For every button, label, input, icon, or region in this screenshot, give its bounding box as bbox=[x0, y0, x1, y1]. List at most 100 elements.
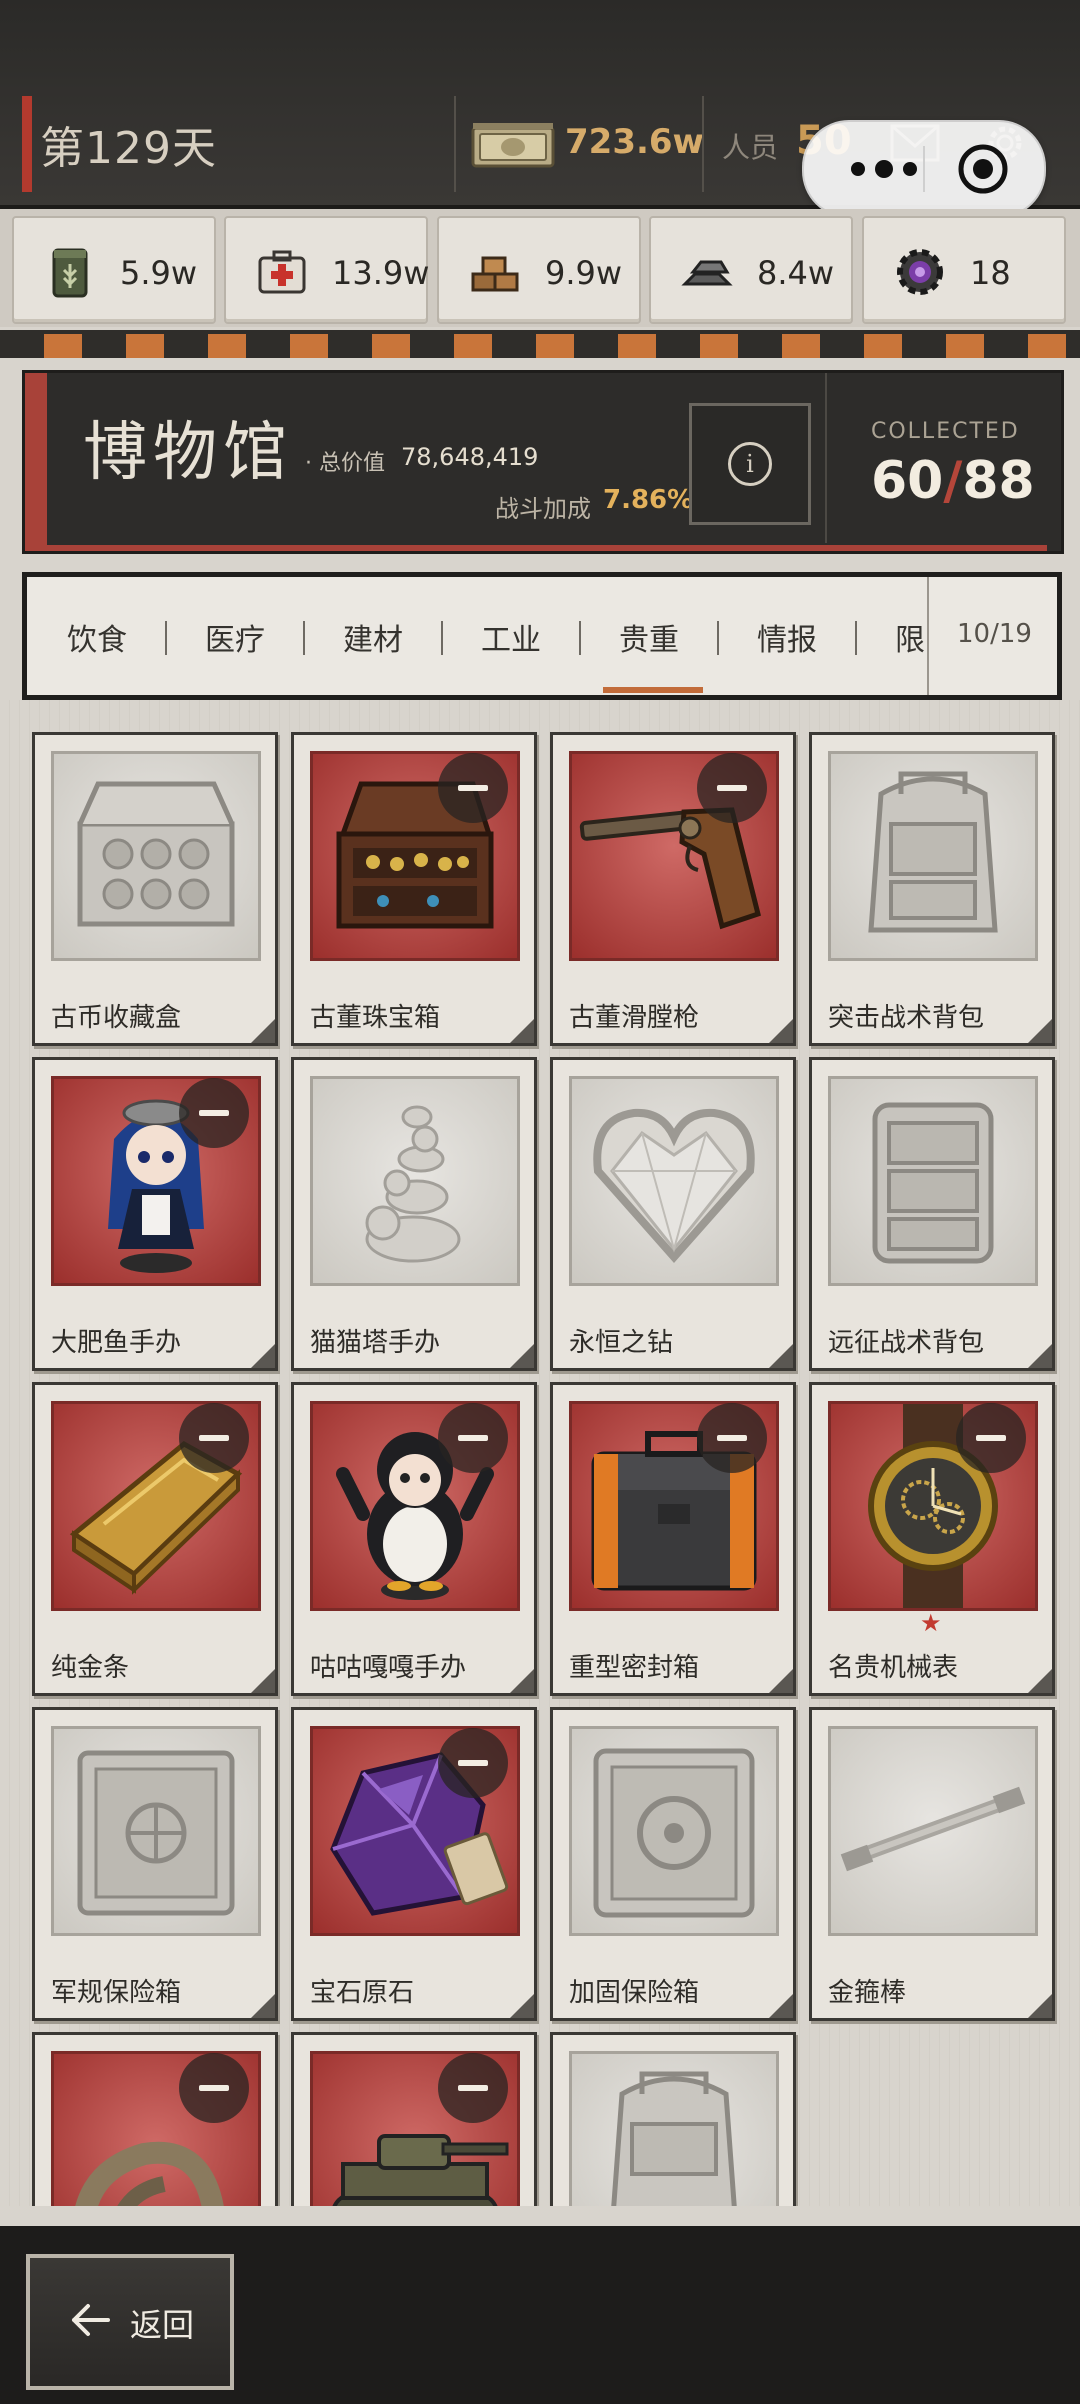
collected-value: 60 bbox=[871, 451, 944, 511]
resource-value: 8.4w bbox=[757, 254, 835, 292]
collection-card[interactable]: 猫猫塔手办 bbox=[291, 1057, 537, 1371]
card-corner bbox=[1028, 1669, 1052, 1693]
item-name: 军规保险箱 bbox=[51, 1978, 182, 2008]
card-corner bbox=[510, 1019, 534, 1043]
museum-header: 博物馆 · 总价值 78,648,419 战斗加成 7.86% i COLLEC… bbox=[22, 370, 1064, 554]
card-corner bbox=[1028, 1019, 1052, 1043]
collection-card[interactable]: 宝石原石 bbox=[291, 1707, 537, 2021]
card-corner bbox=[510, 1994, 534, 2018]
more-options-icon[interactable] bbox=[844, 158, 924, 180]
collection-card[interactable]: 古董珠宝箱 bbox=[291, 732, 537, 1046]
info-button[interactable]: i bbox=[689, 403, 811, 525]
capsule-divider bbox=[923, 146, 925, 192]
combat-bonus-label: 战斗加成 bbox=[495, 495, 591, 523]
resource-industry[interactable]: 8.4w bbox=[649, 216, 853, 324]
card-corner bbox=[1028, 1344, 1052, 1368]
tab-divider bbox=[303, 621, 305, 655]
resource-row: 5.9w 13.9w 9.9w 8.4w 18 bbox=[0, 209, 1080, 327]
collection-card[interactable]: 远征战术背包 bbox=[809, 1057, 1055, 1371]
item-name: 古董滑膛枪 bbox=[569, 1003, 700, 1033]
day-accent-bar bbox=[22, 96, 32, 192]
remove-button[interactable] bbox=[956, 1403, 1026, 1473]
tab-limited[interactable]: 限 bbox=[895, 615, 925, 659]
gear-chip-icon bbox=[897, 249, 943, 295]
item-name: 大肥鱼手办 bbox=[51, 1328, 182, 1358]
collection-card[interactable]: 加固保险箱 bbox=[550, 1707, 796, 2021]
collection-card[interactable] bbox=[550, 2032, 796, 2206]
resource-chip[interactable]: 18 bbox=[862, 216, 1066, 324]
card-corner bbox=[251, 1344, 275, 1368]
collection-card[interactable]: 大肥鱼手办 bbox=[32, 1057, 278, 1371]
accent-bar bbox=[25, 373, 47, 551]
collection-card[interactable]: 永恒之钻 bbox=[550, 1057, 796, 1371]
collection-card[interactable] bbox=[32, 2032, 278, 2206]
collected-label: COLLECTED bbox=[871, 419, 1020, 444]
money-value: 723.6w bbox=[565, 122, 704, 162]
card-corner bbox=[510, 1344, 534, 1368]
tab-intel[interactable]: 情报 bbox=[757, 615, 817, 659]
resource-food[interactable]: 5.9w bbox=[12, 216, 216, 324]
back-button[interactable]: 返回 bbox=[26, 2254, 234, 2390]
staff-rod-icon bbox=[840, 1786, 1026, 1872]
collection-card[interactable]: 军规保险箱 bbox=[32, 1707, 278, 2021]
collection-card[interactable]: 突击战术背包 bbox=[809, 732, 1055, 1046]
big-backpack-icon bbox=[872, 1102, 994, 1264]
total-value-label: · 总价值 bbox=[305, 451, 385, 476]
item-name: 名贵机械表 bbox=[828, 1653, 959, 1683]
diamond-heart-icon bbox=[593, 1108, 755, 1264]
remove-button[interactable] bbox=[438, 753, 508, 823]
item-name: 加固保险箱 bbox=[569, 1978, 700, 2008]
remove-button[interactable] bbox=[697, 1403, 767, 1473]
divider bbox=[702, 96, 704, 192]
item-name: 金箍棒 bbox=[828, 1978, 907, 2008]
remove-button[interactable] bbox=[179, 1078, 249, 1148]
collection-card[interactable]: 咕咕嘎嘎手办 bbox=[291, 1382, 537, 1696]
item-name: 纯金条 bbox=[51, 1653, 130, 1683]
tab-building[interactable]: 建材 bbox=[343, 615, 403, 659]
remove-button[interactable] bbox=[438, 1728, 508, 1798]
collection-card[interactable]: 纯金条 bbox=[32, 1382, 278, 1696]
collection-card[interactable] bbox=[291, 2032, 537, 2206]
resource-value: 5.9w bbox=[120, 254, 198, 292]
close-mini-program-icon[interactable] bbox=[956, 142, 1010, 196]
collection-card[interactable]: 重型密封箱 bbox=[550, 1382, 796, 1696]
tab-industry[interactable]: 工业 bbox=[481, 615, 541, 659]
tab-food[interactable]: 饮食 bbox=[67, 615, 127, 659]
back-label: 返回 bbox=[130, 2306, 195, 2344]
card-corner bbox=[1028, 1994, 1052, 2018]
remove-button[interactable] bbox=[179, 1403, 249, 1473]
mini-program-capsule bbox=[802, 120, 1046, 218]
remove-button[interactable] bbox=[697, 753, 767, 823]
collection-card[interactable]: 古币收藏盒 bbox=[32, 732, 278, 1046]
item-name: 古币收藏盒 bbox=[51, 1003, 182, 1033]
item-name: 咕咕嘎嘎手办 bbox=[310, 1653, 467, 1683]
collection-card[interactable]: 金箍棒 bbox=[809, 1707, 1055, 2021]
bottom-bar: 返回 bbox=[0, 2226, 1080, 2404]
tab-divider bbox=[717, 621, 719, 655]
museum-title: 博物馆 bbox=[83, 416, 293, 490]
featured-star-icon: ★ bbox=[920, 1609, 942, 1637]
info-icon: i bbox=[728, 442, 772, 486]
item-name: 突击战术背包 bbox=[828, 1003, 985, 1033]
collection-card[interactable]: ★ 名贵机械表 bbox=[809, 1382, 1055, 1696]
resource-medical[interactable]: 13.9w bbox=[224, 216, 429, 324]
card-corner bbox=[769, 1669, 793, 1693]
remove-button[interactable] bbox=[438, 1403, 508, 1473]
tab-valuables[interactable]: 贵重 bbox=[619, 615, 679, 659]
day-counter: 第129天 bbox=[40, 123, 217, 174]
divider bbox=[454, 96, 456, 192]
remove-button[interactable] bbox=[438, 2053, 508, 2123]
tab-medical[interactable]: 医疗 bbox=[205, 615, 265, 659]
item-name: 重型密封箱 bbox=[569, 1653, 700, 1683]
card-corner bbox=[251, 1019, 275, 1043]
tab-divider bbox=[165, 621, 167, 655]
resource-building[interactable]: 9.9w bbox=[437, 216, 641, 324]
remove-button[interactable] bbox=[179, 2053, 249, 2123]
cash-stack-icon bbox=[471, 123, 555, 168]
collection-card[interactable]: 古董滑膛枪 bbox=[550, 732, 796, 1046]
tab-divider bbox=[441, 621, 443, 655]
arrow-left-icon bbox=[72, 2304, 110, 2336]
total-value: 78,648,419 bbox=[401, 443, 539, 471]
accent-line bbox=[47, 545, 1047, 551]
item-name: 永恒之钻 bbox=[569, 1328, 674, 1358]
